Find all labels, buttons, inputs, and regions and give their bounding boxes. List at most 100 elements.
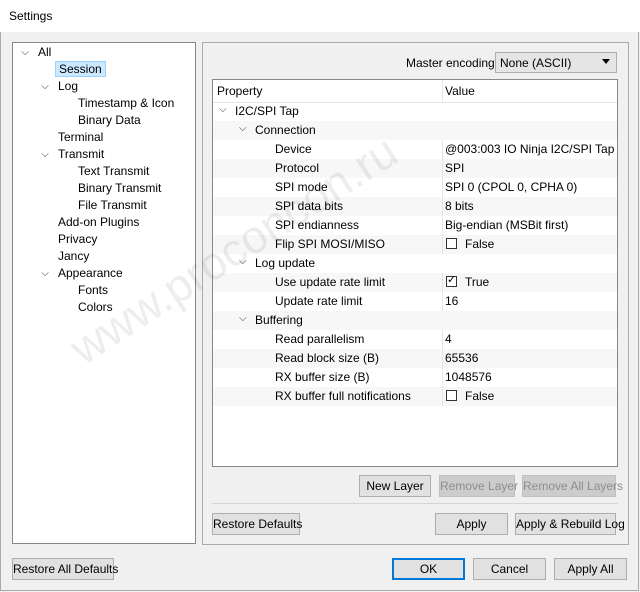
tree-item-label: All [38,45,52,59]
tree-item-add-on-plugins[interactable]: Add-on Plugins [55,214,142,231]
window-title: Settings [9,9,53,23]
property-name: Protocol [275,161,320,175]
tree-item-session[interactable]: Session [55,61,106,78]
tree-item-jancy[interactable]: Jancy [55,248,92,265]
chevron-down-icon[interactable]: ⌵ [19,44,31,61]
restore-all-defaults-button[interactable]: Restore All Defaults [12,558,118,580]
property-row[interactable]: Update rate limit 16 [213,292,617,311]
property-name: Device [275,142,312,156]
property-name: Connection [255,123,316,137]
property-row[interactable]: SPI endianness Big-endian (MSBit first) [213,216,617,235]
cancel-button[interactable]: Cancel [473,558,546,580]
property-value[interactable]: 8 bits [445,199,474,213]
tree-item-label: Text Transmit [78,164,150,178]
tree-item-label: Colors [78,300,113,314]
property-row[interactable]: SPI data bits 8 bits [213,197,617,216]
tree-item-label: Log [58,79,79,93]
property-value[interactable]: @003:003 IO Ninja I2C/SPI Tap [445,142,614,156]
property-value: False [465,389,495,403]
chevron-down-icon [602,59,610,64]
property-checkbox[interactable] [446,390,457,401]
tree-item-label: File Transmit [78,198,147,212]
chevron-down-icon[interactable]: ⌵ [39,265,51,282]
tree-item-binary-transmit[interactable]: Binary Transmit [75,180,164,197]
grid-header: Property Value [213,80,617,103]
tree-item-label: Terminal [58,130,104,144]
property-name: SPI mode [275,180,328,194]
property-checkbox[interactable] [446,273,457,287]
tree-item-label: Fonts [78,283,109,297]
chevron-down-icon[interactable]: ⌵ [239,123,247,134]
property-group-row[interactable]: ⌵ I2C/SPI Tap [213,102,617,121]
property-row[interactable]: Read block size (B) 65536 [213,349,617,368]
divider [212,503,618,504]
property-row[interactable]: Flip SPI MOSI/MISO False [213,235,617,254]
remove-all-layers-button[interactable]: Remove All Layers [522,475,623,497]
property-group-row[interactable]: ⌵ Connection [213,121,617,140]
property-name: I2C/SPI Tap [235,104,299,118]
tree-item-terminal[interactable]: Terminal [55,129,106,146]
settings-tree[interactable]: ⌵ All Session ⌵ Log Timestamp & Icon Binary Da… [12,42,196,544]
tree-item-transmit[interactable]: ⌵ Transmit [41,146,107,163]
property-name: RX buffer size (B) [275,370,370,384]
property-name: SPI endianness [275,218,360,232]
remove-layer-button[interactable]: Remove Layer [439,475,518,497]
property-row[interactable]: Read parallelism 4 [213,330,617,349]
tree-item-privacy[interactable]: Privacy [55,231,100,248]
property-value[interactable]: Big-endian (MSBit first) [445,218,568,232]
chevron-down-icon[interactable]: ⌵ [219,104,227,115]
property-value[interactable]: 16 [445,294,458,308]
tree-item-text-transmit[interactable]: Text Transmit [75,163,152,180]
tree-item-label: Session [55,61,106,77]
property-name: RX buffer full notifications [275,389,411,403]
master-encoding-value: None (ASCII) [500,56,572,70]
tree-item-timestamp-icon[interactable]: Timestamp & Icon [75,95,177,112]
property-group-row[interactable]: ⌵ Log update [213,254,617,273]
tree-item-binary-data[interactable]: Binary Data [75,112,144,129]
property-row[interactable]: Use update rate limit True [213,273,617,292]
new-layer-button[interactable]: New Layer [359,475,431,497]
chevron-down-icon[interactable]: ⌵ [239,256,247,267]
master-encoding-select[interactable]: None (ASCII) [495,52,617,73]
property-row[interactable]: Protocol SPI [213,159,617,178]
tree-item-all[interactable]: ⌵ All [21,44,54,61]
property-value[interactable]: 1048576 [445,370,492,384]
property-value[interactable]: 4 [445,332,452,346]
tree-item-label: Appearance [58,266,123,280]
chevron-down-icon[interactable]: ⌵ [39,146,51,163]
tree-item-file-transmit[interactable]: File Transmit [75,197,150,214]
tree-item-label: Add-on Plugins [58,215,140,229]
tree-item-label: Transmit [58,147,105,161]
property-group-row[interactable]: ⌵ Buffering [213,311,617,330]
tree-item-colors[interactable]: Colors [75,299,116,316]
chevron-down-icon[interactable]: ⌵ [39,78,51,95]
property-row[interactable]: RX buffer full notifications False [213,387,617,406]
apply-rebuild-log-button[interactable]: Apply & Rebuild Log [515,513,625,535]
property-value[interactable]: SPI 0 (CPOL 0, CPHA 0) [445,180,577,194]
property-value[interactable]: 65536 [445,351,478,365]
tree-item-label: Privacy [58,232,98,246]
property-column-header[interactable]: Property [217,84,262,98]
property-row[interactable]: Device @003:003 IO Ninja I2C/SPI Tap [213,140,617,159]
property-name: Flip SPI MOSI/MISO [275,237,386,251]
tree-item-label: Binary Transmit [78,181,162,195]
apply-button[interactable]: Apply [435,513,508,535]
property-name: Read parallelism [275,332,365,346]
ok-button[interactable]: OK [392,558,465,580]
property-name: SPI data bits [275,199,344,213]
tree-item-appearance[interactable]: ⌵ Appearance [41,265,126,282]
property-checkbox[interactable] [446,238,457,249]
property-name: Log update [255,256,316,270]
value-column-header[interactable]: Value [445,84,475,98]
restore-defaults-button[interactable]: Restore Defaults [212,513,302,535]
property-grid[interactable]: Property Value ⌵ I2C/SPI Tap ⌵ Connection De… [212,79,618,467]
tree-item-label: Jancy [58,249,90,263]
property-value[interactable]: SPI [445,161,464,175]
chevron-down-icon[interactable]: ⌵ [239,313,247,324]
tree-item-log[interactable]: ⌵ Log [41,78,81,95]
apply-all-button[interactable]: Apply All [554,558,627,580]
tree-item-fonts[interactable]: Fonts [75,282,111,299]
property-row[interactable]: SPI mode SPI 0 (CPOL 0, CPHA 0) [213,178,617,197]
property-name: Use update rate limit [275,275,386,289]
property-row[interactable]: RX buffer size (B) 1048576 [213,368,617,387]
